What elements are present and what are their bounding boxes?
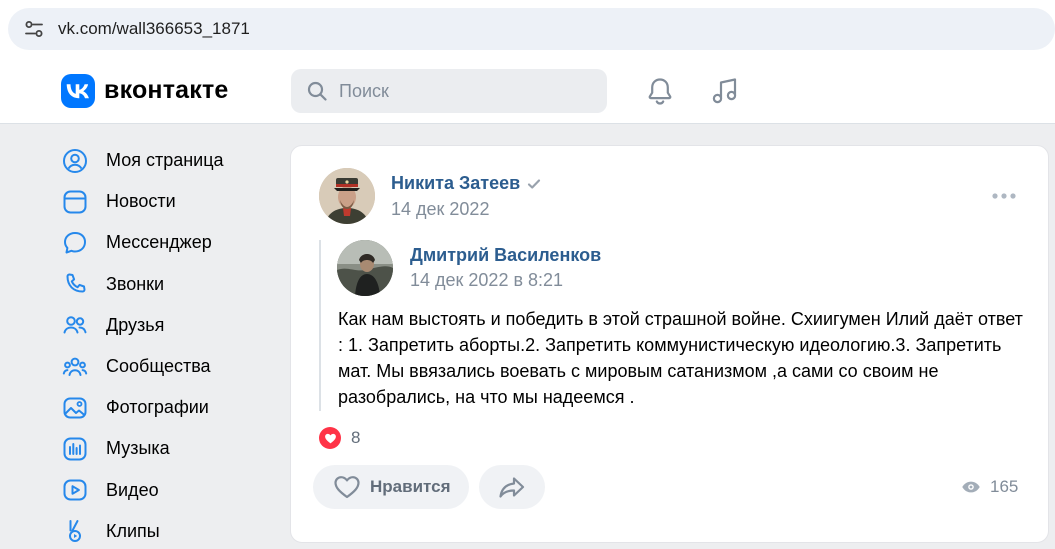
search-box[interactable] [291, 69, 607, 113]
heart-outline-icon [334, 476, 360, 499]
like-button-label: Нравится [370, 477, 451, 496]
nav-label: Сообщества [106, 356, 211, 377]
nav-label: Мессенджер [106, 232, 212, 253]
like-button[interactable]: Нравится [313, 465, 469, 509]
photo-icon [63, 397, 87, 419]
nav-label: Моя страница [106, 150, 224, 171]
author-avatar[interactable] [319, 168, 375, 224]
share-button[interactable] [479, 465, 545, 509]
post-text: Как нам выстоять и победить в этой страш… [338, 309, 1023, 407]
nav-item-clips[interactable]: Клипы [62, 511, 272, 549]
newsfeed-icon [63, 190, 87, 214]
repost-date[interactable]: 14 дек 2022 в 8:21 [410, 270, 563, 291]
chat-bubble-icon [64, 231, 86, 254]
clips-icon [69, 520, 81, 543]
friends-icon [63, 316, 87, 334]
nav-item-photos[interactable]: Фотографии [62, 387, 272, 428]
vk-header: вконтакте [0, 58, 1055, 124]
repost-author-avatar[interactable] [337, 240, 393, 296]
nav-label: Друзья [106, 314, 165, 335]
post-card: Никита Затеев 14 дек 2022 Дмитрий Василе… [290, 145, 1049, 543]
views-counter: 165 [961, 477, 1018, 497]
vk-logo-icon[interactable] [61, 74, 95, 108]
views-count: 165 [990, 477, 1019, 496]
author-name[interactable]: Никита Затеев [391, 173, 542, 194]
music-icon [63, 437, 87, 461]
nav-item-communities[interactable]: Сообщества [62, 346, 272, 387]
author-name-text[interactable]: Никита Затеев [391, 173, 520, 193]
search-input[interactable] [339, 69, 589, 113]
more-options-icon[interactable] [991, 192, 1017, 200]
left-nav: Моя страница Новости Мессенджер Звонки Д… [62, 140, 272, 549]
post-date[interactable]: 14 дек 2022 [391, 199, 489, 220]
communities-icon [62, 357, 88, 376]
phone-icon [66, 273, 86, 293]
share-arrow-icon [499, 477, 525, 498]
eye-icon [962, 481, 980, 493]
nav-item-video[interactable]: Видео [62, 470, 272, 511]
browser-toolbar: vk.com/wall366653_1871 [0, 0, 1055, 58]
nav-label: Видео [106, 479, 159, 500]
nav-item-music[interactable]: Музыка [62, 428, 272, 469]
nav-label: Музыка [106, 438, 170, 459]
url-text[interactable]: vk.com/wall366653_1871 [58, 19, 250, 39]
repost-author-name[interactable]: Дмитрий Василенков [410, 245, 601, 266]
user-circle-icon [63, 148, 87, 173]
search-icon [307, 81, 327, 101]
vk-logo-text[interactable]: вконтакте [104, 76, 229, 105]
nav-item-calls[interactable]: Звонки [62, 264, 272, 305]
repost-divider [319, 240, 321, 411]
nav-item-news[interactable]: Новости [62, 181, 272, 222]
nav-label: Новости [106, 191, 176, 212]
nav-label: Клипы [106, 520, 160, 541]
notifications-bell-icon[interactable] [643, 74, 677, 108]
nav-item-my-page[interactable]: Моя страница [62, 140, 272, 181]
nav-item-friends[interactable]: Друзья [62, 305, 272, 346]
heart-reaction-icon [319, 427, 341, 449]
verified-check-icon [528, 179, 541, 189]
reactions-summary[interactable]: 8 [319, 426, 360, 450]
site-info-icon[interactable] [24, 20, 44, 38]
nav-label: Звонки [106, 273, 165, 294]
music-note-icon[interactable] [708, 74, 742, 108]
nav-label: Фотографии [106, 397, 209, 418]
address-bar[interactable]: vk.com/wall366653_1871 [8, 8, 1055, 50]
nav-item-messenger[interactable]: Мессенджер [62, 222, 272, 263]
video-icon [63, 479, 87, 501]
likes-count: 8 [351, 428, 361, 447]
